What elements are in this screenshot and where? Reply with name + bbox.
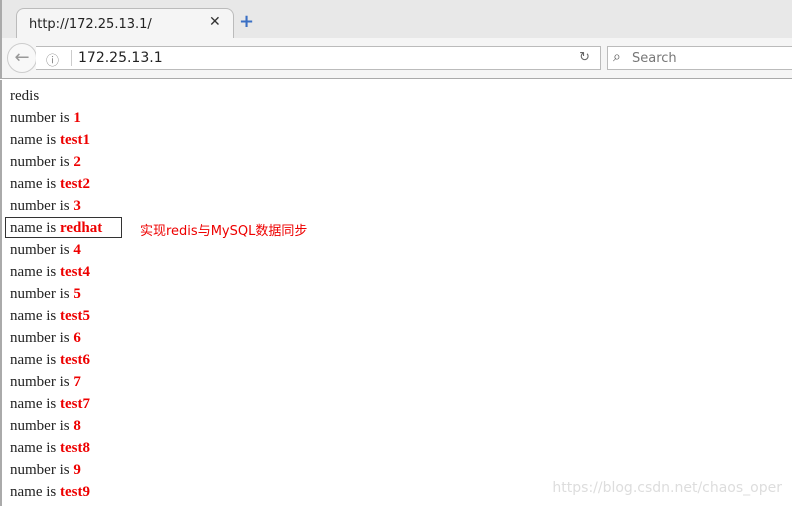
row-label: name is xyxy=(10,484,60,500)
search-input[interactable]: ⌕ Search xyxy=(607,46,792,70)
row-value: test5 xyxy=(60,308,90,324)
url-bar[interactable]: ⓘ 172.25.13.1 ↻ xyxy=(36,46,601,70)
list-item: number is 4 xyxy=(10,242,81,259)
row-label: number is xyxy=(10,154,74,170)
row-value: 7 xyxy=(73,374,81,390)
list-item: number is 2 xyxy=(10,154,81,171)
list-item: number is 8 xyxy=(10,418,81,435)
list-item: name is test4 xyxy=(10,264,90,281)
row-label: number is xyxy=(10,418,74,434)
list-item: name is test5 xyxy=(10,308,90,325)
new-tab-plus-icon[interactable]: + xyxy=(239,13,254,31)
list-item: number is 5 xyxy=(10,286,81,303)
nav-bar: ← ⓘ 172.25.13.1 ↻ ⌕ Search xyxy=(0,38,792,79)
row-value: 5 xyxy=(73,286,81,302)
row-value: 4 xyxy=(73,242,81,258)
list-item: number is 9 xyxy=(10,462,81,479)
annotation-text: 实现redis与MySQL数据同步 xyxy=(140,224,308,239)
watermark: https://blog.csdn.net/chaos_oper xyxy=(552,480,782,496)
row-label: number is xyxy=(10,462,74,478)
row-value: 8 xyxy=(73,418,81,434)
page-heading: redis xyxy=(10,88,40,104)
row-value: 2 xyxy=(73,154,81,170)
row-label: number is xyxy=(10,242,74,258)
tab-title: http://172.25.13.1/ xyxy=(29,17,152,32)
row-label: number is xyxy=(10,286,74,302)
url-text[interactable]: 172.25.13.1 xyxy=(71,50,163,66)
row-label: number is xyxy=(10,198,74,214)
row-label: name is xyxy=(10,440,60,456)
row-value: 3 xyxy=(73,198,81,214)
back-arrow-icon[interactable]: ← xyxy=(7,43,37,73)
list-item: number is 7 xyxy=(10,374,81,391)
list-item: name is test9 xyxy=(10,484,90,501)
list-item: number is 3 xyxy=(10,198,81,215)
row-value: test8 xyxy=(60,440,90,456)
row-value: 9 xyxy=(73,462,81,478)
list-item: name is test8 xyxy=(10,440,90,457)
info-icon[interactable]: ⓘ xyxy=(46,50,59,69)
row-value: 6 xyxy=(73,330,81,346)
list-item: name is test2 xyxy=(10,176,90,193)
list-item: name is test1 xyxy=(10,132,90,149)
reload-icon[interactable]: ↻ xyxy=(579,50,590,65)
list-item: number is 6 xyxy=(10,330,81,347)
row-label: number is xyxy=(10,374,74,390)
row-label: name is xyxy=(10,396,60,412)
page-content: redis number is 1 name is test1 number is … xyxy=(0,80,792,506)
row-value: test4 xyxy=(60,264,90,280)
row-value: 1 xyxy=(73,110,81,126)
row-label: name is xyxy=(10,132,60,148)
row-label: name is xyxy=(10,176,60,192)
tab-bar: http://172.25.13.1/ ✕ + xyxy=(0,0,792,38)
close-tab-icon[interactable]: ✕ xyxy=(209,14,221,30)
search-icon: ⌕ xyxy=(613,49,621,65)
row-value: test1 xyxy=(60,132,90,148)
list-item: name is test7 xyxy=(10,396,90,413)
highlight-box xyxy=(5,217,122,238)
list-item: name is test6 xyxy=(10,352,90,369)
row-label: number is xyxy=(10,110,74,126)
browser-tab[interactable]: http://172.25.13.1/ ✕ xyxy=(16,8,234,38)
row-label: name is xyxy=(10,264,60,280)
row-value: test7 xyxy=(60,396,90,412)
row-value: test9 xyxy=(60,484,90,500)
list-item: number is 1 xyxy=(10,110,81,127)
row-label: name is xyxy=(10,308,60,324)
row-label: name is xyxy=(10,352,60,368)
row-label: number is xyxy=(10,330,74,346)
row-value: test2 xyxy=(60,176,90,192)
row-value: test6 xyxy=(60,352,90,368)
search-placeholder: Search xyxy=(632,51,677,66)
